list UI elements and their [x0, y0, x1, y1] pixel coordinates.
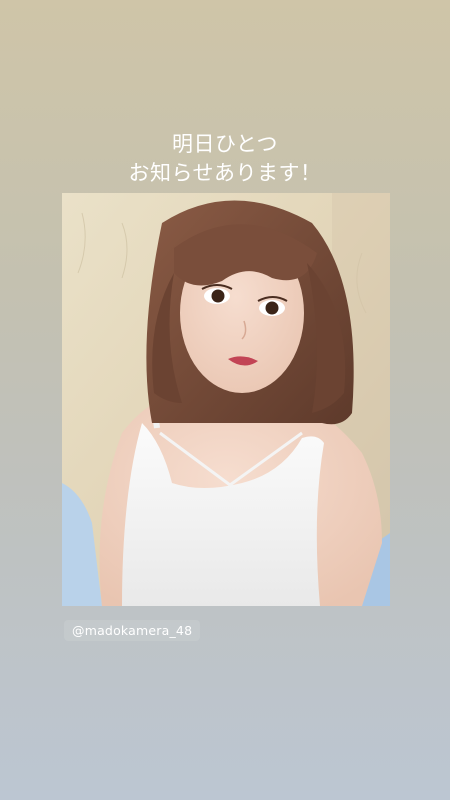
- story-caption: 明日ひとつ お知らせあります！: [0, 130, 450, 188]
- portrait-image: [62, 193, 390, 606]
- story-frame: 明日ひとつ お知らせあります！ @madokamera_48: [0, 0, 450, 800]
- story-photo[interactable]: [62, 193, 390, 606]
- mention-sticker[interactable]: @madokamera_48: [64, 620, 201, 641]
- caption-line-2: お知らせあります！: [128, 161, 322, 185]
- caption-line-1: 明日ひとつ: [171, 132, 279, 156]
